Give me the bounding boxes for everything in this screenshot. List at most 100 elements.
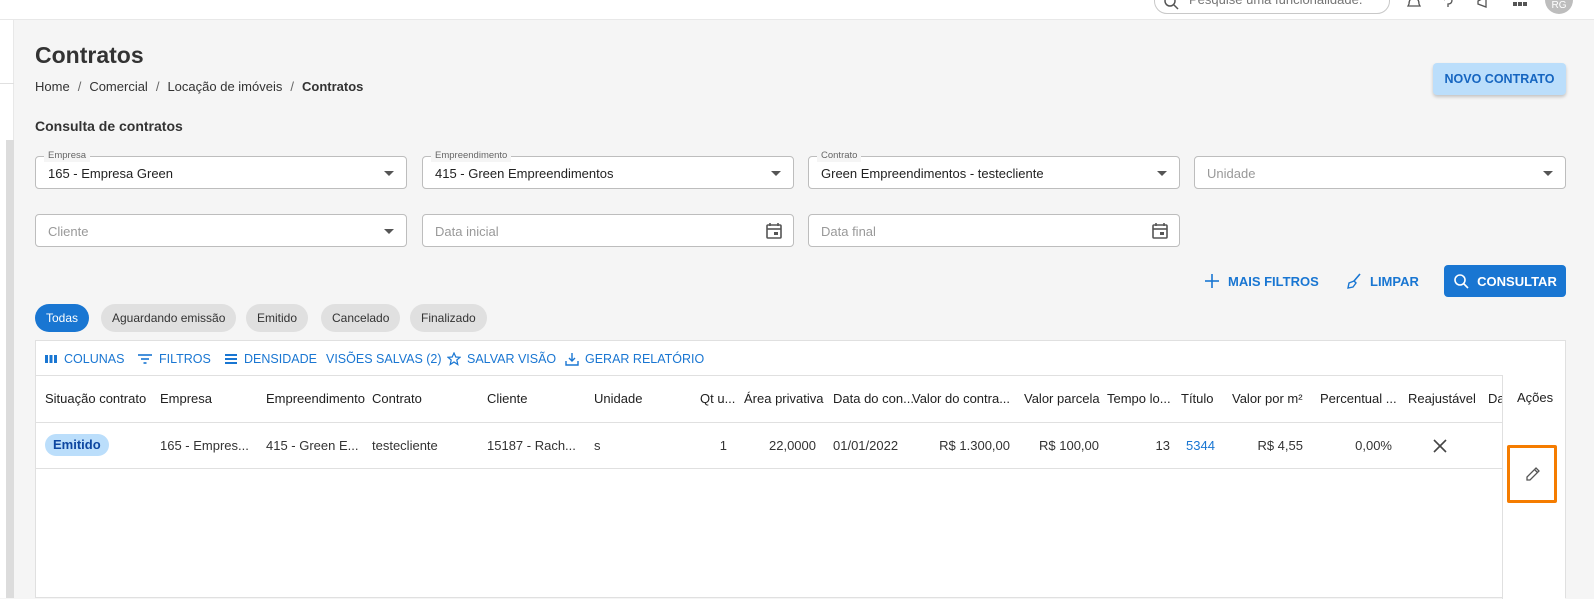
density-button[interactable]: DENSIDADE (224, 351, 317, 367)
density-icon (225, 354, 237, 364)
actions-column: Ações (1502, 375, 1565, 599)
search-contracts-button[interactable]: CONSULTAR (1444, 265, 1566, 297)
unidade-placeholder: Unidade (1207, 166, 1256, 181)
density-label: DENSIDADE (244, 352, 317, 366)
chip-todas[interactable]: Todas (35, 304, 90, 332)
contrato-select[interactable]: Contrato Green Empreendimentos - testecl… (808, 150, 1180, 189)
filter-icon (138, 354, 152, 364)
column-header[interactable]: Unidade (594, 391, 642, 406)
cell-percentual: 0,00% (1355, 438, 1392, 453)
chip-emitido[interactable]: Emitido (246, 304, 309, 332)
actions-header: Ações (1517, 390, 1554, 405)
bell-icon[interactable] (1406, 0, 1422, 10)
grid-header: Situação contrato Empresa Empreendimento… (36, 375, 1565, 423)
breadcrumb-comercial[interactable]: Comercial (89, 79, 148, 94)
breadcrumb-current: Contratos (301, 79, 364, 94)
chevron-down-icon (1157, 171, 1167, 176)
empreendimento-label: Empreendimento (431, 150, 512, 162)
column-header[interactable]: Reajustável (1408, 391, 1476, 406)
cell-tempo: 13 (1155, 438, 1170, 453)
edit-button[interactable] (1507, 445, 1557, 503)
save-view-label: SALVAR VISÃO (467, 352, 557, 366)
search-contracts-label: CONSULTAR (1477, 273, 1557, 289)
search-icon (1454, 274, 1469, 289)
column-header[interactable]: Qt u... (700, 391, 735, 406)
more-filters-label: MAIS FILTROS (1228, 273, 1319, 289)
more-filters-button[interactable]: MAIS FILTROS (1204, 265, 1319, 297)
columns-button[interactable]: COLUNAS (44, 351, 124, 367)
data-inicial-placeholder: Data inicial (435, 224, 499, 239)
chip-finalizado[interactable]: Finalizado (410, 304, 487, 332)
column-header[interactable]: Situação contrato (45, 391, 146, 406)
generate-report-button[interactable]: GERAR RELATÓRIO (565, 351, 704, 367)
cell-unidade: s (594, 438, 601, 453)
calendar-icon[interactable] (1151, 222, 1169, 240)
columns-label: COLUNAS (64, 352, 125, 366)
column-header[interactable]: Valor por m² (1232, 391, 1303, 406)
cell-area: 22,0000 (769, 438, 816, 453)
page-title: Contratos (35, 42, 144, 68)
search-input[interactable] (1189, 0, 1379, 7)
breadcrumb-separator: / (155, 79, 160, 94)
table-row[interactable]: Emitido 165 - Empres... 415 - Green E...… (36, 423, 1565, 469)
empreendimento-value: 415 - Green Empreendimentos (435, 166, 614, 181)
top-bar: RG (0, 0, 1594, 20)
cell-empreendimento: 415 - Green E... (266, 438, 359, 453)
saved-views-label: VISÕES SALVAS (2) (326, 352, 442, 366)
help-icon[interactable] (1440, 0, 1456, 10)
cell-valor-contrato: R$ 1.300,00 (939, 438, 1010, 453)
generate-report-label: GERAR RELATÓRIO (585, 352, 705, 366)
new-contract-button[interactable]: NOVO CONTRATO (1433, 63, 1566, 95)
filters-button[interactable]: FILTROS (137, 351, 211, 367)
calendar-icon[interactable] (765, 222, 783, 240)
nav-divider (0, 62, 14, 84)
megaphone-icon[interactable] (1476, 0, 1492, 10)
column-header[interactable]: Valor parcela (1024, 391, 1100, 406)
status-badge: Emitido (45, 434, 109, 456)
column-header[interactable]: Empreendimento (266, 391, 365, 406)
data-final-field[interactable]: Data final (808, 214, 1180, 247)
section-title: Consulta de contratos (35, 118, 183, 134)
column-header[interactable]: Tempo lo... (1107, 391, 1171, 406)
cell-qt: 1 (719, 438, 727, 453)
breadcrumb-separator: / (290, 79, 294, 94)
cell-cliente: 15187 - Rach... (487, 438, 576, 453)
clear-label: LIMPAR (1370, 273, 1419, 289)
empresa-select[interactable]: Empresa 165 - Empresa Green (35, 150, 407, 189)
breadcrumb-locacao[interactable]: Locação de imóveis (167, 79, 282, 94)
cell-contrato: testecliente (372, 438, 438, 453)
column-header[interactable]: Contrato (372, 391, 422, 406)
column-header[interactable]: Empresa (160, 391, 212, 406)
cell-titulo-link[interactable]: 5344 (1186, 438, 1215, 453)
column-header[interactable]: Percentual ... (1320, 391, 1397, 406)
chip-cancelado[interactable]: Cancelado (321, 304, 401, 332)
download-icon (565, 353, 579, 366)
empreendimento-select[interactable]: Empreendimento 415 - Green Empreendiment… (422, 150, 794, 189)
column-header[interactable]: Data do con... (833, 391, 914, 406)
star-icon (447, 352, 461, 366)
close-icon (1433, 439, 1447, 453)
breadcrumb-separator: / (77, 79, 82, 94)
column-header[interactable]: Área privativa (744, 391, 823, 406)
data-inicial-field[interactable]: Data inicial (422, 214, 794, 247)
breadcrumb-home[interactable]: Home (35, 79, 70, 94)
apps-grid-icon[interactable] (1512, 0, 1528, 10)
search-box[interactable] (1154, 0, 1390, 14)
column-header[interactable]: Valor do contra... (912, 391, 1010, 406)
cell-valor-m2: R$ 4,55 (1257, 438, 1303, 453)
column-header[interactable]: Cliente (487, 391, 527, 406)
cell-empresa: 165 - Empres... (160, 438, 249, 453)
chip-aguardando-emissao[interactable]: Aguardando emissão (101, 304, 237, 332)
save-view-button[interactable]: SALVAR VISÃO (447, 351, 556, 367)
filters-label: FILTROS (159, 352, 211, 366)
cell-valor-parcela: R$ 100,00 (1039, 438, 1099, 453)
column-header[interactable]: Título (1181, 391, 1214, 406)
page-scrollbar[interactable] (6, 140, 14, 598)
data-final-placeholder: Data final (821, 224, 876, 239)
avatar[interactable]: RG (1545, 0, 1573, 14)
saved-views-button[interactable]: VISÕES SALVAS (2) (326, 351, 442, 367)
search-icon (1164, 0, 1179, 10)
cliente-select[interactable]: Cliente (35, 214, 407, 247)
unidade-select[interactable]: Unidade (1194, 156, 1566, 189)
clear-button[interactable]: LIMPAR (1346, 265, 1419, 297)
